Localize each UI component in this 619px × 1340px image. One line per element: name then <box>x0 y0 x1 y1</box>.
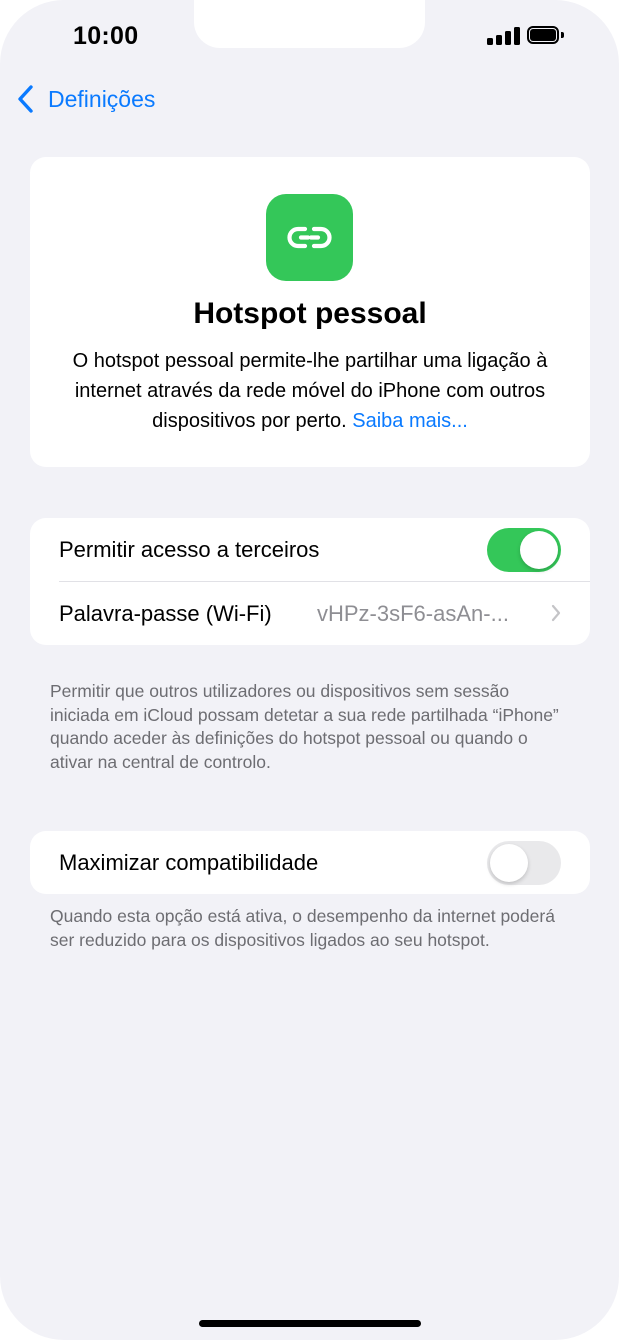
wifi-password-value: vHPz-3sF6-asAn-... <box>317 600 509 626</box>
maximize-compatibility-row: Maximizar compatibilidade <box>30 831 590 894</box>
phone-screen: 10:00 Definições Hotspot pessoal O hotsp… <box>0 0 619 1340</box>
notch <box>194 0 425 48</box>
allow-others-label: Permitir acesso a terceiros <box>59 536 320 562</box>
hotspot-description: O hotspot pessoal permite-lhe partilhar … <box>52 346 568 436</box>
status-time: 10:00 <box>73 22 139 50</box>
battery-full-icon <box>527 26 565 46</box>
hotspot-info-card: Hotspot pessoal O hotspot pessoal permit… <box>30 157 590 467</box>
compatibility-footer-text: Quando esta opção está ativa, o desempen… <box>50 906 555 950</box>
wifi-password-label: Palavra-passe (Wi-Fi) <box>59 600 272 626</box>
back-label: Definições <box>48 85 156 112</box>
compatibility-group: Maximizar compatibilidade <box>30 831 590 894</box>
maximize-compatibility-label: Maximizar compatibilidade <box>59 849 319 875</box>
link-icon <box>266 194 353 281</box>
page-title: Hotspot pessoal <box>193 297 427 330</box>
toggle-knob <box>490 844 528 882</box>
maximize-compatibility-toggle[interactable] <box>487 841 561 885</box>
chevron-right-icon <box>551 604 561 622</box>
wifi-password-row[interactable]: Palavra-passe (Wi-Fi) vHPz-3sF6-asAn-... <box>30 582 590 645</box>
home-indicator[interactable] <box>199 1320 421 1327</box>
learn-more-link[interactable]: Saiba mais... <box>352 410 468 432</box>
allow-others-toggle[interactable] <box>487 528 561 572</box>
sharing-footer-text: Permitir que outros utilizadores ou disp… <box>50 681 559 772</box>
allow-others-row: Permitir acesso a terceiros <box>30 518 590 581</box>
sharing-settings-group: Permitir acesso a terceiros Palavra-pass… <box>30 518 590 645</box>
cellular-signal-icon <box>487 27 521 45</box>
toggle-knob <box>520 531 558 569</box>
chevron-left-icon <box>18 85 33 113</box>
description-text: O hotspot pessoal permite-lhe partilhar … <box>72 350 548 432</box>
back-button[interactable]: Definições <box>16 84 155 114</box>
